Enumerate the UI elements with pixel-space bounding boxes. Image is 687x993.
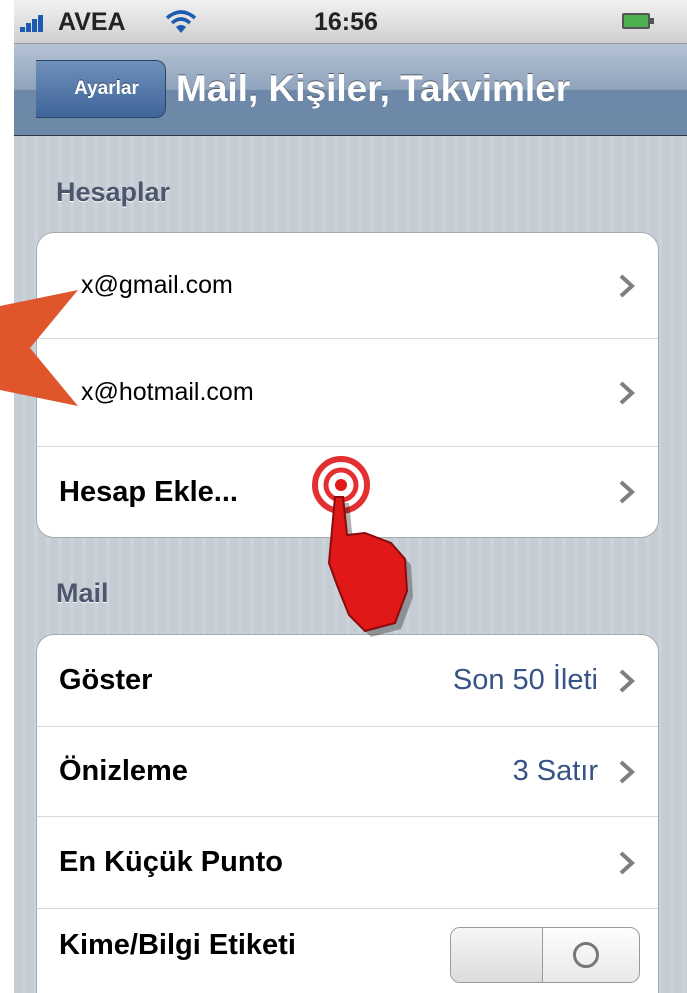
signal-icon: [20, 14, 50, 32]
to-cc-toggle[interactable]: [450, 927, 640, 983]
minimum-font-size-label: En Küçük Punto: [59, 846, 283, 878]
chevron-right-icon: [619, 381, 635, 405]
carrier-name: AVEA: [58, 8, 126, 36]
wifi-icon: [165, 10, 197, 33]
toggle-knob[interactable]: [451, 928, 543, 982]
page-title: Mail, Kişiler, Takvimler: [176, 68, 571, 109]
preview-row[interactable]: Önizleme 3 Satır: [37, 727, 658, 817]
navigation-bar: Ayarlar Mail, Kişiler, Takvimler: [14, 44, 687, 136]
section-header-accounts: Hesaplar: [56, 177, 171, 207]
chevron-right-icon: [619, 480, 635, 504]
show-label: Göster: [59, 664, 153, 696]
iphone-screen: AVEA 16:56 Ayarlar Mail, Kişiler, Takvim…: [14, 0, 687, 993]
chevron-right-icon: [619, 669, 635, 693]
chevron-right-icon: [619, 760, 635, 784]
minimum-font-size-row[interactable]: En Küçük Punto: [37, 817, 658, 909]
to-cc-label: Kime/Bilgi Etiketi: [59, 929, 296, 961]
section-header-mail: Mail: [56, 578, 109, 608]
pointer-arrow-icon: [0, 290, 78, 406]
chevron-right-icon: [619, 851, 635, 875]
battery-icon: [622, 13, 654, 29]
add-account-label: Hesap Ekle...: [59, 475, 238, 508]
preview-label: Önizleme: [59, 755, 188, 787]
back-button-label: Ayarlar: [74, 78, 139, 99]
back-button[interactable]: Ayarlar: [36, 60, 166, 118]
preview-value: 3 Satır: [512, 755, 598, 787]
to-cc-label-row: Kime/Bilgi Etiketi: [37, 909, 658, 993]
tap-hand-icon: [312, 456, 413, 637]
toggle-off-icon: [573, 942, 599, 968]
mail-group: Göster Son 50 İleti Önizleme 3 Satır En …: [36, 634, 659, 993]
show-value: Son 50 İleti: [452, 664, 598, 696]
status-time: 16:56: [314, 8, 378, 36]
chevron-right-icon: [619, 274, 635, 298]
status-bar: AVEA 16:56: [14, 0, 687, 44]
account-row-gmail[interactable]: x@gmail.com: [37, 233, 658, 339]
show-row[interactable]: Göster Son 50 İleti: [37, 635, 658, 727]
account-row-hotmail[interactable]: x@hotmail.com: [37, 339, 658, 447]
